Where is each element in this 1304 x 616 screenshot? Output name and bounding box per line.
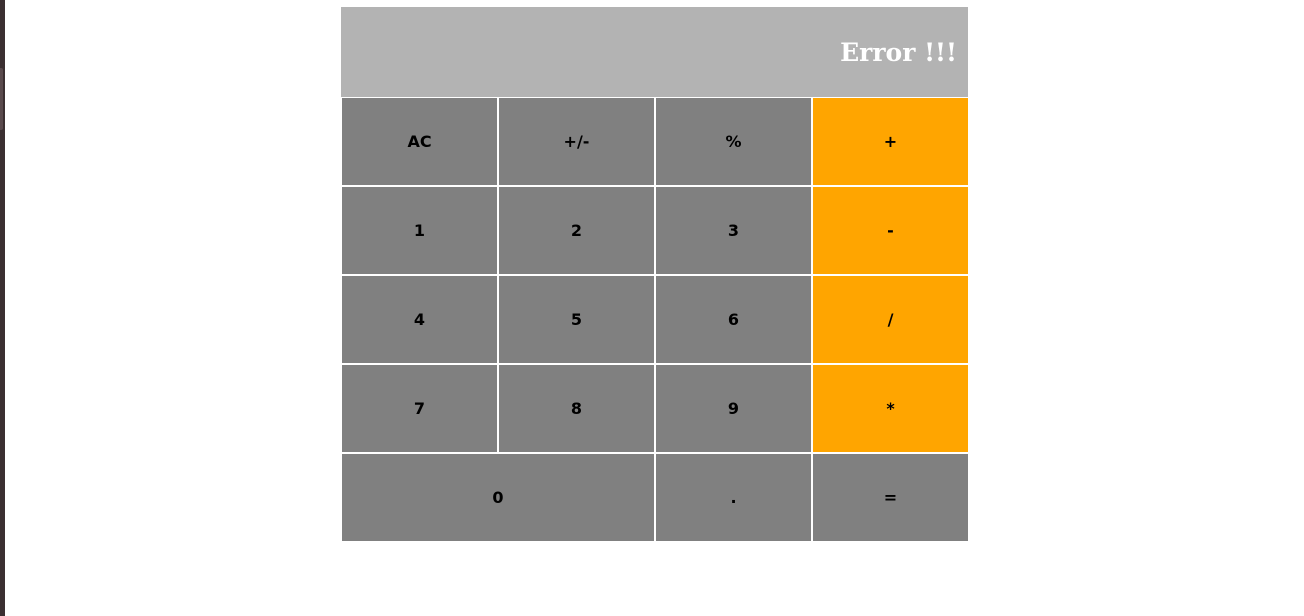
divide-button[interactable]: / [813,276,968,363]
multiply-button[interactable]: * [813,365,968,452]
digit-6-button[interactable]: 6 [656,276,811,363]
digit-2-button[interactable]: 2 [499,187,654,274]
digit-3-button[interactable]: 3 [656,187,811,274]
digit-1-button[interactable]: 1 [342,187,497,274]
digit-0-button[interactable]: 0 [342,454,654,541]
display-value: Error !!! [840,37,957,67]
window-edge-tab [0,68,3,130]
add-button[interactable]: + [813,98,968,185]
keypad: AC +/- % + 1 2 3 - 4 5 6 / 7 8 9 * 0 . = [341,97,968,544]
calculator-display: Error !!! [341,7,968,97]
subtract-button[interactable]: - [813,187,968,274]
calculator: Error !!! AC +/- % + 1 2 3 - 4 5 6 / 7 8… [341,7,968,544]
digit-4-button[interactable]: 4 [342,276,497,363]
percent-button[interactable]: % [656,98,811,185]
decimal-button[interactable]: . [656,454,811,541]
all-clear-button[interactable]: AC [342,98,497,185]
digit-5-button[interactable]: 5 [499,276,654,363]
equals-button[interactable]: = [813,454,968,541]
digit-9-button[interactable]: 9 [656,365,811,452]
toggle-sign-button[interactable]: +/- [499,98,654,185]
digit-7-button[interactable]: 7 [342,365,497,452]
digit-8-button[interactable]: 8 [499,365,654,452]
